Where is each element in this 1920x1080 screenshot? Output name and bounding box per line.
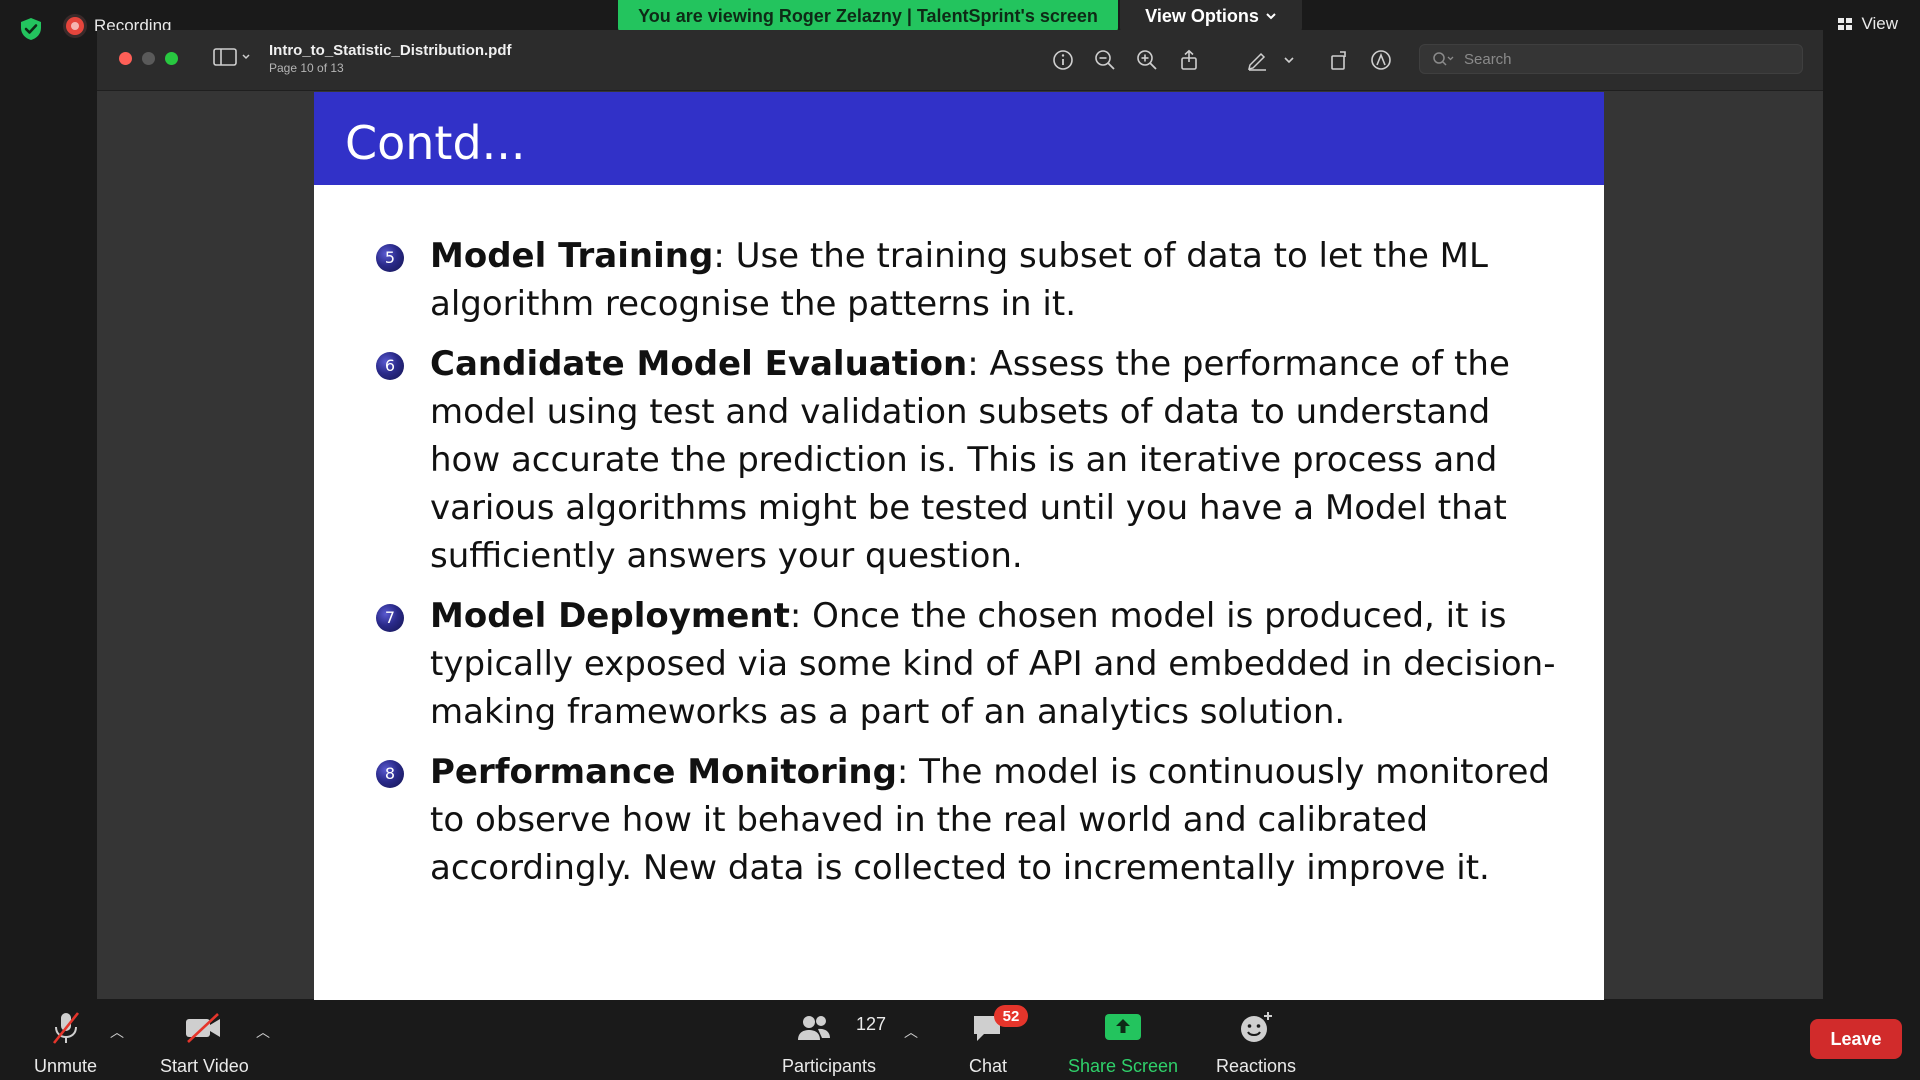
view-options-label: View Options — [1145, 5, 1259, 26]
numbered-bullet: 8 — [376, 760, 404, 788]
viewing-banner: You are viewing Roger Zelazny | TalentSp… — [618, 0, 1118, 32]
leave-button[interactable]: Leave — [1810, 1019, 1902, 1059]
view-options-button[interactable]: View Options — [1120, 0, 1302, 32]
pdf-page: Contd... 5 Model Training: Use the train… — [314, 92, 1604, 1024]
zoom-control-bar: Unmute ︿ Start Video ︿ Participants 127 … — [0, 1000, 1920, 1080]
highlight-pen-icon[interactable] — [1243, 46, 1271, 74]
markup-icon[interactable] — [1367, 46, 1395, 74]
numbered-bullet: 6 — [376, 352, 404, 380]
item-heading: Model Training — [430, 236, 714, 276]
zoom-out-icon[interactable] — [1091, 46, 1119, 74]
item-heading: Model Deployment — [430, 596, 790, 636]
numbered-bullet: 7 — [376, 604, 404, 632]
reactions-label: Reactions — [1216, 1056, 1297, 1076]
chevron-up-icon[interactable]: ︿ — [110, 1022, 124, 1042]
document-info: Intro_to_Statistic_Distribution.pdf Page… — [269, 42, 512, 75]
view-label: View — [1861, 14, 1898, 33]
participants-icon — [798, 1016, 831, 1040]
zoom-in-icon[interactable] — [1133, 46, 1161, 74]
document-title: Intro_to_Statistic_Distribution.pdf — [269, 42, 512, 59]
participants-count: 127 — [856, 1014, 887, 1034]
share-screen-button[interactable]: Share Screen — [1068, 1008, 1178, 1077]
share-screen-icon — [1105, 1014, 1142, 1040]
list-item: 7 Model Deployment: Once the chosen mode… — [376, 592, 1566, 736]
start-video-label: Start Video — [160, 1056, 249, 1076]
security-shield-icon[interactable] — [18, 16, 44, 42]
window-controls — [119, 52, 178, 65]
list-item: 8 Performance Monitoring: The model is c… — [376, 748, 1566, 892]
chat-label: Chat — [968, 1056, 1008, 1076]
chevron-down-icon — [242, 54, 250, 60]
maximize-window-button[interactable] — [165, 52, 178, 65]
list-item: 6 Candidate Model Evaluation: Assess the… — [376, 340, 1566, 580]
toolbar-icons — [1049, 46, 1409, 74]
info-icon[interactable] — [1049, 46, 1077, 74]
participants-label: Participants — [782, 1056, 877, 1076]
chevron-up-icon[interactable]: ︿ — [256, 1022, 270, 1042]
page-indicator: Page 10 of 13 — [269, 61, 344, 75]
slide-title: Contd... — [345, 116, 526, 170]
reactions-button[interactable]: Reactions — [1216, 1008, 1296, 1077]
pdf-toolbar: Intro_to_Statistic_Distribution.pdf Page… — [97, 30, 1823, 91]
chevron-down-icon[interactable] — [1275, 46, 1303, 74]
slide-header: Contd... — [314, 92, 1604, 185]
sidebar-toggle-button[interactable] — [213, 48, 251, 66]
start-video-button[interactable]: Start Video — [160, 1008, 249, 1077]
search-input[interactable] — [1462, 49, 1766, 69]
reactions-emoji-icon — [1241, 1012, 1273, 1042]
share-icon[interactable] — [1175, 46, 1203, 74]
chat-unread-badge: 52 — [994, 1005, 1028, 1027]
close-window-button[interactable] — [119, 52, 132, 65]
pdf-search-field[interactable] — [1419, 44, 1803, 74]
shared-screen: Intro_to_Statistic_Distribution.pdf Page… — [97, 30, 1823, 1024]
view-button[interactable]: View — [1837, 14, 1898, 34]
rotate-icon[interactable] — [1325, 46, 1353, 74]
recording-icon — [66, 17, 84, 35]
grid-view-icon — [1838, 18, 1853, 30]
unmute-label: Unmute — [34, 1056, 98, 1076]
video-off-icon — [186, 1013, 221, 1043]
chevron-down-icon — [1266, 13, 1276, 20]
item-heading: Candidate Model Evaluation — [430, 344, 968, 384]
sidebar-icon — [213, 48, 237, 66]
list-item: 5 Model Training: Use the training subse… — [376, 232, 1566, 328]
minimize-window-button[interactable] — [142, 52, 155, 65]
slide-item-list: 5 Model Training: Use the training subse… — [376, 232, 1566, 904]
numbered-bullet: 5 — [376, 244, 404, 272]
chevron-up-icon[interactable]: ︿ — [904, 1022, 918, 1042]
unmute-button[interactable]: Unmute — [34, 1008, 97, 1077]
microphone-muted-icon — [52, 1012, 79, 1044]
search-icon — [1433, 52, 1454, 66]
share-screen-label: Share Screen — [1068, 1056, 1179, 1076]
item-heading: Performance Monitoring — [430, 752, 897, 792]
